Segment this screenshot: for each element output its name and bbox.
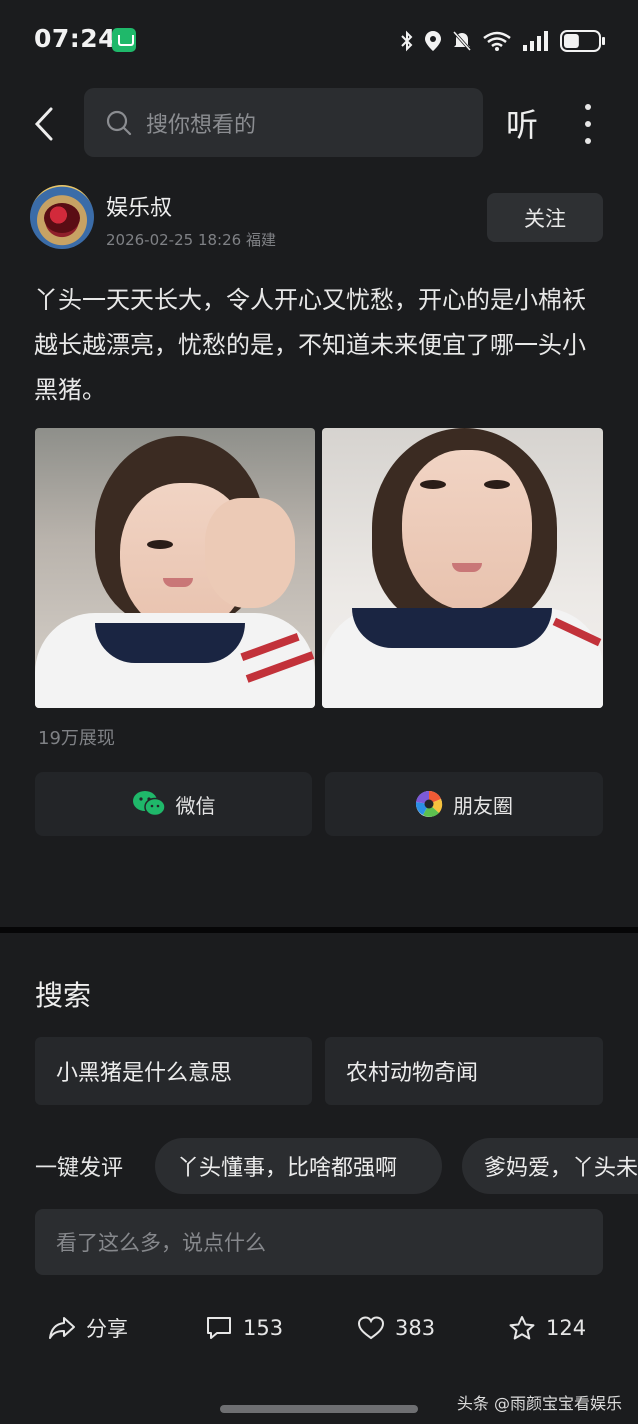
follow-button[interactable]: 关注 bbox=[487, 193, 603, 242]
share-moments-button[interactable]: 朋友圈 bbox=[325, 772, 603, 836]
author-avatar[interactable] bbox=[30, 185, 94, 249]
post-photo-1[interactable] bbox=[35, 428, 315, 708]
author-name[interactable]: 娱乐叔 bbox=[106, 190, 172, 222]
favorite-count: 124 bbox=[546, 1316, 587, 1340]
view-count: 19万展现 bbox=[38, 728, 115, 749]
signal-icon bbox=[523, 31, 548, 51]
share-wechat-label: 微信 bbox=[175, 793, 216, 818]
back-button[interactable] bbox=[24, 100, 64, 148]
share-label: 分享 bbox=[86, 1317, 128, 1341]
search-icon bbox=[106, 110, 132, 135]
listen-button[interactable]: 听 bbox=[506, 100, 538, 146]
wechat-icon bbox=[132, 791, 166, 817]
search-input[interactable]: 搜你想看的 bbox=[84, 88, 483, 157]
home-indicator[interactable] bbox=[220, 1405, 418, 1413]
watermark: 头条 @雨颜宝宝看娱乐 bbox=[456, 1394, 622, 1413]
comment-bubble-icon bbox=[207, 1317, 231, 1339]
section-divider bbox=[0, 927, 638, 933]
bluetooth-icon bbox=[401, 30, 413, 52]
comment-button[interactable]: 153 bbox=[205, 1308, 283, 1348]
post-photo-2[interactable] bbox=[322, 428, 603, 708]
like-button[interactable]: 383 bbox=[357, 1308, 435, 1348]
battery-icon bbox=[560, 30, 605, 52]
star-icon bbox=[509, 1316, 535, 1340]
quick-comment-chip[interactable]: 丫头懂事，比啥都强啊 bbox=[155, 1138, 442, 1194]
comment-input[interactable]: 看了这么多，说点什么 bbox=[35, 1209, 603, 1275]
status-time: 07:24 bbox=[34, 24, 117, 53]
comment-count: 153 bbox=[243, 1316, 284, 1340]
search-suggestion[interactable]: 农村动物奇闻 bbox=[325, 1037, 603, 1105]
article-text: 丫头一天天长大，令人开心又忧愁，开心的是小棉袄越长越漂亮，忧愁的是，不知道未来便… bbox=[34, 286, 586, 404]
search-section-title: 搜索 bbox=[35, 979, 92, 1012]
search-suggestion[interactable]: 小黑猪是什么意思 bbox=[35, 1037, 312, 1105]
favorite-button[interactable]: 124 bbox=[508, 1308, 586, 1348]
location-icon bbox=[425, 31, 441, 51]
moments-aperture-icon bbox=[415, 790, 443, 817]
heart-icon bbox=[357, 1316, 385, 1340]
wifi-icon bbox=[483, 31, 511, 51]
search-placeholder: 搜你想看的 bbox=[146, 112, 257, 138]
status-icons bbox=[400, 28, 606, 54]
mute-bell-icon bbox=[452, 31, 472, 51]
more-dot-icon bbox=[585, 121, 591, 127]
share-button[interactable]: 分享 bbox=[48, 1308, 128, 1348]
quick-comment-label: 一键发评 bbox=[35, 1156, 124, 1181]
post-meta: 2026-02-25 18:26 福建 bbox=[106, 229, 276, 250]
more-dot-icon bbox=[585, 138, 591, 144]
post-location: 福建 bbox=[245, 231, 276, 249]
chevron-left-icon bbox=[34, 107, 53, 141]
share-moments-label: 朋友圈 bbox=[453, 793, 513, 818]
like-count: 383 bbox=[395, 1316, 436, 1340]
more-dot-icon bbox=[585, 104, 591, 110]
share-wechat-button[interactable]: 微信 bbox=[35, 772, 312, 836]
more-options-button[interactable] bbox=[576, 104, 600, 144]
app-notification-icon bbox=[112, 28, 136, 52]
post-date: 2026-02-25 18:26 bbox=[106, 231, 242, 249]
quick-comment-chip[interactable]: 爹妈爱，丫头未 bbox=[462, 1138, 638, 1194]
share-arrow-icon bbox=[49, 1317, 75, 1339]
